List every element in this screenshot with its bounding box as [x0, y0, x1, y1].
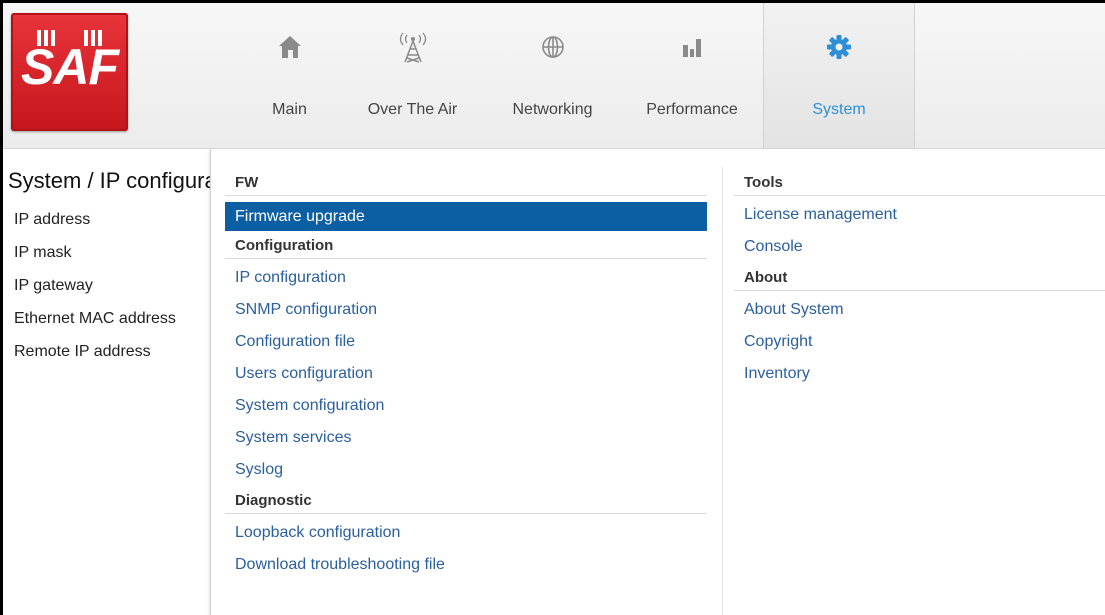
section-configuration: Configuration — [225, 234, 707, 259]
nav-main-label: Main — [272, 101, 307, 118]
bar-chart-icon — [681, 33, 703, 61]
saf-logo[interactable]: SAF — [11, 13, 128, 131]
section-diagnostic: Diagnostic — [225, 489, 707, 514]
gear-icon — [826, 33, 852, 61]
field-label-remote-ip: Remote IP address — [14, 343, 151, 360]
top-navigation-bar: SAF Main Over The Air Networking Perform… — [3, 3, 1105, 149]
field-label-ip-gateway: IP gateway — [14, 277, 93, 294]
menu-item-system-configuration[interactable]: System configuration — [225, 393, 707, 425]
ip-config-field-list: IP address IP mask IP gateway Ethernet M… — [14, 210, 176, 375]
field-label-ethernet-mac: Ethernet MAC address — [14, 310, 176, 327]
menu-item-loopback-configuration[interactable]: Loopback configuration — [225, 520, 707, 552]
nav-system[interactable]: System — [763, 3, 915, 148]
nav-networking[interactable]: Networking — [484, 3, 621, 148]
nav-over-the-air-label: Over The Air — [367, 101, 458, 118]
menu-item-system-services[interactable]: System services — [225, 425, 707, 457]
section-tools: Tools — [734, 171, 1105, 196]
system-dropdown-menu: FW Firmware upgrade Configuration IP con… — [210, 149, 1105, 615]
field-label-ip-mask: IP mask — [14, 244, 72, 261]
logo-text: SAF — [21, 39, 119, 95]
page-title: System / IP configuration — [8, 168, 211, 193]
menu-column-divider — [722, 167, 723, 615]
menu-item-syslog[interactable]: Syslog — [225, 457, 707, 489]
home-icon — [277, 33, 303, 61]
nav-main[interactable]: Main — [238, 3, 341, 148]
menu-item-users-configuration[interactable]: Users configuration — [225, 361, 707, 393]
menu-item-license-management[interactable]: License management — [734, 202, 1105, 234]
menu-item-snmp-configuration[interactable]: SNMP configuration — [225, 297, 707, 329]
antenna-tower-icon — [393, 32, 433, 63]
menu-left-column: FW Firmware upgrade Configuration IP con… — [225, 171, 707, 584]
menu-item-firmware-upgrade[interactable]: Firmware upgrade — [225, 202, 707, 231]
nav-networking-label: Networking — [512, 101, 593, 118]
menu-item-console[interactable]: Console — [734, 234, 1105, 266]
nav-performance[interactable]: Performance — [621, 3, 763, 148]
field-label-ip-address: IP address — [14, 211, 91, 228]
nav-system-label: System — [812, 101, 866, 118]
menu-item-configuration-file[interactable]: Configuration file — [225, 329, 707, 361]
section-about: About — [734, 266, 1105, 291]
menu-right-column: Tools License management Console About A… — [734, 171, 1105, 393]
main-nav: Main Over The Air Networking Performance… — [238, 3, 915, 148]
menu-item-ip-configuration[interactable]: IP configuration — [225, 265, 707, 297]
menu-item-inventory[interactable]: Inventory — [734, 361, 1105, 393]
nav-over-the-air[interactable]: Over The Air — [341, 3, 484, 148]
menu-item-download-troubleshooting-file[interactable]: Download troubleshooting file — [225, 552, 707, 584]
section-fw: FW — [225, 171, 707, 196]
nav-performance-label: Performance — [646, 101, 738, 118]
globe-icon — [541, 33, 565, 61]
menu-item-about-system[interactable]: About System — [734, 297, 1105, 329]
menu-item-copyright[interactable]: Copyright — [734, 329, 1105, 361]
